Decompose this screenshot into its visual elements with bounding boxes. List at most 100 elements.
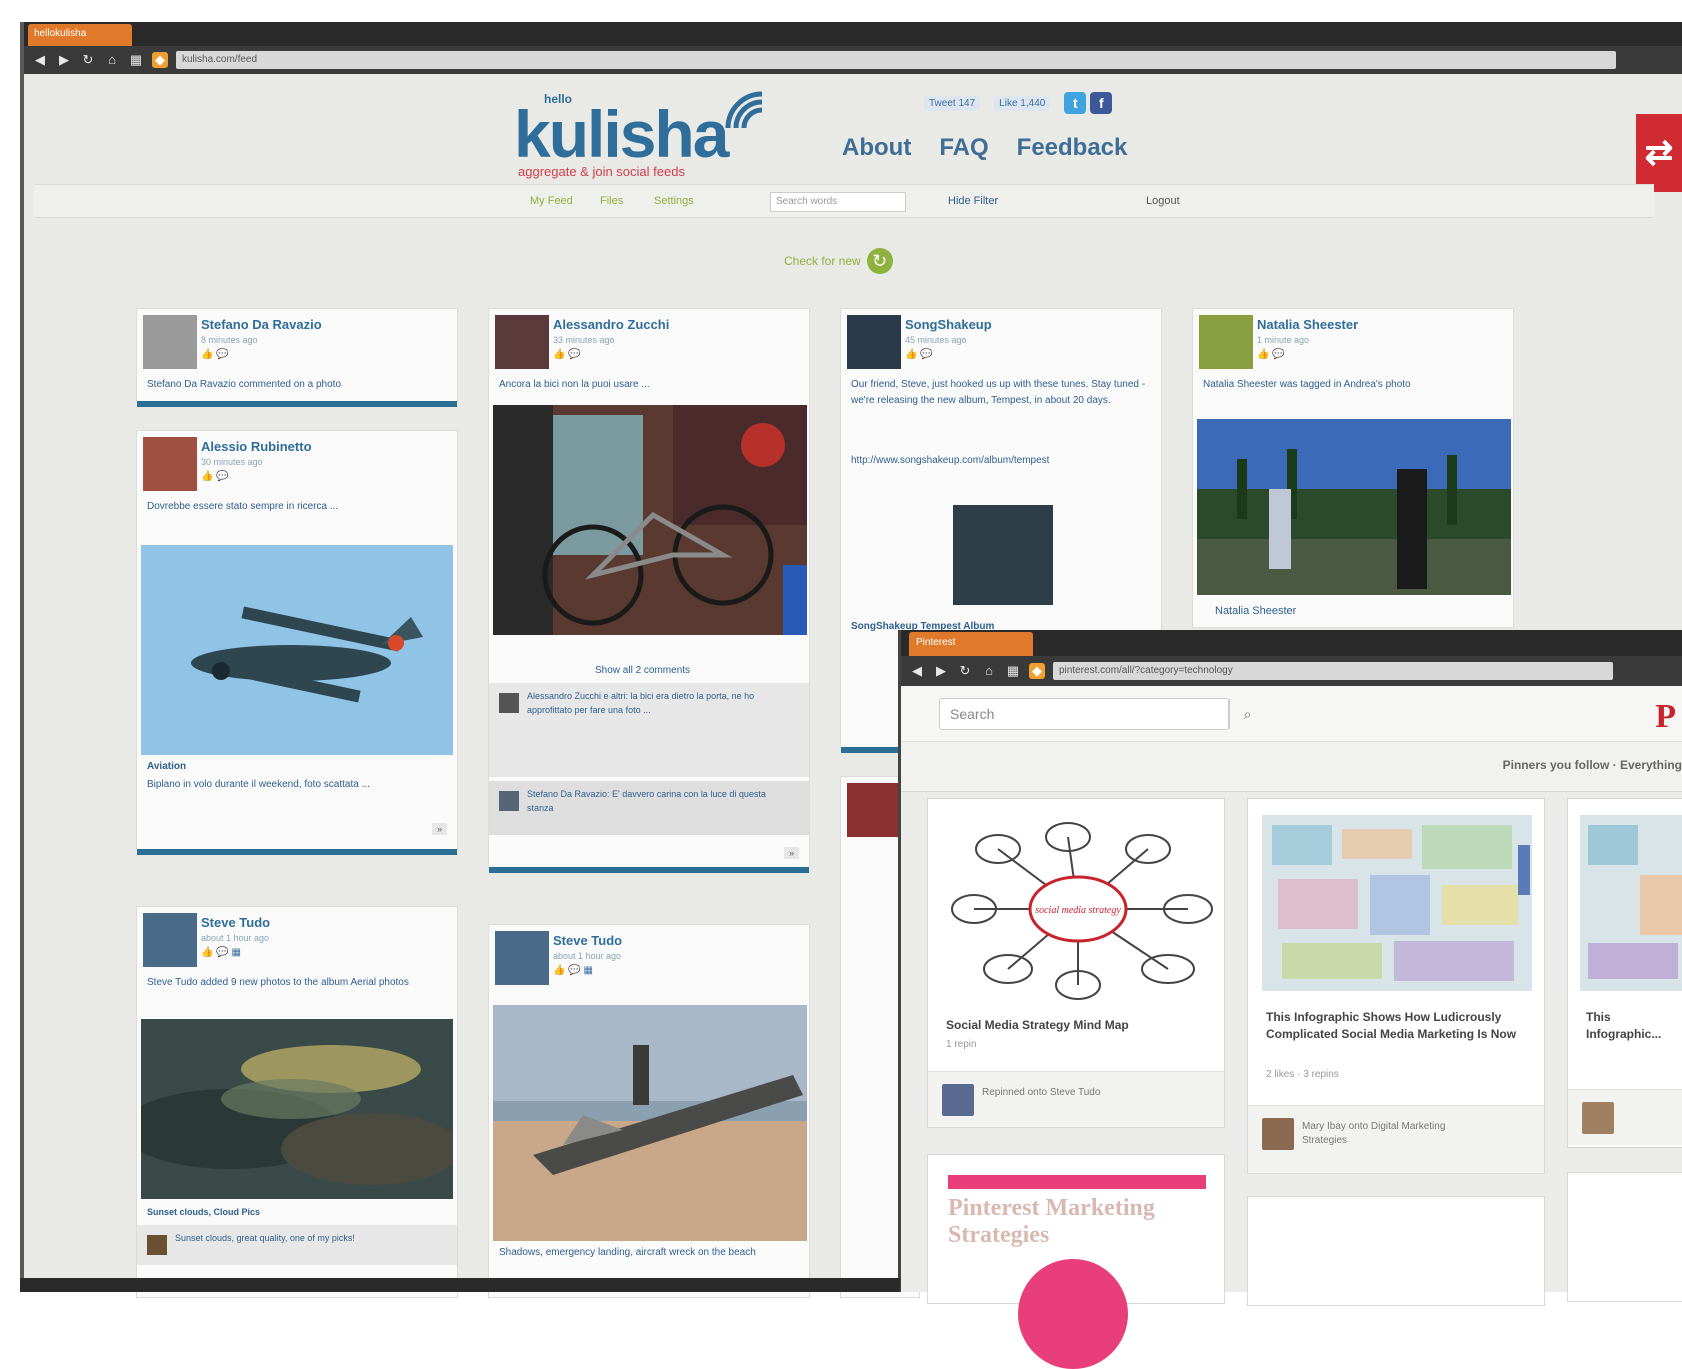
nav-my-feed[interactable]: My Feed bbox=[530, 195, 573, 207]
pin-attribution-text[interactable]: Repinned onto Steve Tudo bbox=[982, 1086, 1172, 1100]
photo-caption[interactable]: Aviation bbox=[147, 761, 186, 772]
more-button[interactable]: » bbox=[783, 847, 799, 859]
comment-avatar[interactable] bbox=[499, 693, 519, 713]
post-link[interactable]: http://www.songshakeup.com/album/tempest bbox=[851, 453, 1151, 469]
pin-title: Social Media Strategy Mind Map bbox=[946, 1018, 1129, 1032]
post-text: Stefano Da Ravazio commented on a photo bbox=[147, 379, 342, 390]
feed-card: Alessio Rubinetto 30 minutes ago 👍 💬 Dov… bbox=[136, 430, 458, 855]
show-all-comments[interactable]: Show all 2 comments bbox=[595, 665, 690, 676]
photo-caption[interactable]: Sunset clouds, Cloud Pics bbox=[147, 1207, 260, 1217]
pin-card[interactable] bbox=[1247, 1196, 1545, 1306]
like-comment-icons[interactable]: 👍 💬 bbox=[201, 349, 229, 360]
nav-settings[interactable]: Settings bbox=[654, 195, 694, 207]
hide-filter-link[interactable]: Hide Filter bbox=[948, 195, 998, 207]
search-input[interactable]: Search bbox=[939, 698, 1229, 730]
like-comment-icons[interactable]: 👍 💬 bbox=[1257, 349, 1285, 360]
nav-faq[interactable]: FAQ bbox=[939, 134, 988, 162]
tagged-user[interactable]: Natalia Sheester bbox=[1215, 605, 1296, 617]
check-new-button[interactable]: Check for new ↻ bbox=[784, 248, 893, 274]
search-input[interactable]: Search words bbox=[770, 192, 906, 212]
like-comment-icons[interactable]: 👍 💬 bbox=[201, 471, 229, 482]
bookmark-icon[interactable]: ▦ bbox=[1005, 663, 1021, 679]
url-bar[interactable]: pinterest.com/all/?category=technology bbox=[1053, 662, 1613, 680]
post-text: Ancora la bici non la puoi usare ... bbox=[499, 379, 650, 390]
twitter-icon[interactable]: t bbox=[1064, 92, 1087, 114]
nav-files[interactable]: Files bbox=[600, 195, 623, 207]
post-author[interactable]: Alessio Rubinetto bbox=[201, 439, 312, 454]
park-photo[interactable] bbox=[1197, 419, 1511, 595]
following-filter[interactable]: Pinners you follow · Everything bbox=[1503, 758, 1682, 772]
pinner-avatar[interactable] bbox=[1582, 1102, 1614, 1134]
post-author[interactable]: SongShakeup bbox=[905, 317, 992, 332]
photo-caption[interactable]: Shadows, emergency landing, aircraft wre… bbox=[499, 1245, 799, 1261]
airplane-photo[interactable] bbox=[141, 545, 453, 755]
like-button[interactable]: Like 1,440 bbox=[994, 95, 1051, 111]
avatar[interactable] bbox=[495, 931, 549, 985]
home-icon[interactable]: ⌂ bbox=[104, 52, 120, 68]
avatar[interactable] bbox=[143, 315, 197, 369]
pin-title: This Infographic Shows How Ludicrously C… bbox=[1266, 1010, 1517, 1041]
pinner-avatar[interactable] bbox=[1262, 1118, 1294, 1150]
home-icon[interactable]: ⌂ bbox=[981, 663, 997, 679]
plane-wreck-photo[interactable] bbox=[493, 1005, 807, 1241]
pin-attribution-text[interactable]: Mary Ibay onto Digital Marketing Strateg… bbox=[1302, 1120, 1492, 1148]
more-button[interactable]: » bbox=[431, 823, 447, 835]
tweet-button[interactable]: Tweet 147 bbox=[924, 95, 981, 111]
comment: Stefano Da Ravazio: E' davvero carina co… bbox=[489, 781, 809, 835]
post-author[interactable]: Stefano Da Ravazio bbox=[201, 317, 322, 332]
avatar[interactable] bbox=[143, 913, 197, 967]
back-icon[interactable]: ◀ bbox=[909, 663, 925, 679]
like-comment-icons[interactable]: 👍 💬 ▦ bbox=[201, 947, 241, 958]
avatar[interactable] bbox=[495, 315, 549, 369]
feed-icon[interactable]: ◆ bbox=[1029, 663, 1045, 679]
url-bar[interactable]: kulisha.com/feed bbox=[176, 51, 1616, 69]
post-text: Steve Tudo added 9 new photos to the alb… bbox=[147, 977, 409, 988]
back-icon[interactable]: ◀ bbox=[32, 52, 48, 68]
browser-tab[interactable]: Pinterest bbox=[909, 632, 1033, 656]
like-comment-icons[interactable]: 👍 💬 ▦ bbox=[553, 965, 593, 976]
album-thumbnail[interactable] bbox=[953, 505, 1053, 605]
bookmark-icon[interactable]: ▦ bbox=[128, 52, 144, 68]
pin-card[interactable]: This Infographic Shows How Ludicrously C… bbox=[1247, 798, 1545, 1174]
avatar[interactable] bbox=[847, 783, 901, 837]
pin-card[interactable] bbox=[1567, 1172, 1682, 1302]
like-comment-icons[interactable]: 👍 💬 bbox=[905, 349, 933, 360]
feed-icon[interactable]: ◆ bbox=[152, 52, 168, 68]
pinterest-logo[interactable]: P bbox=[1655, 698, 1676, 736]
avatar[interactable] bbox=[847, 315, 901, 369]
pin-card[interactable]: social media strategy Social Media Strat… bbox=[927, 798, 1225, 1128]
comment-avatar[interactable] bbox=[499, 791, 519, 811]
post-author[interactable]: Steve Tudo bbox=[553, 933, 622, 948]
browser-toolbar: ◀ ▶ ↻ ⌂ ▦ ◆ pinterest.com/all/?category=… bbox=[901, 656, 1682, 686]
like-comment-icons[interactable]: 👍 💬 bbox=[553, 349, 581, 360]
pin-attribution: Mary Ibay onto Digital Marketing Strateg… bbox=[1248, 1105, 1544, 1173]
site-logo[interactable]: hello kulisha aggregate & join social fe… bbox=[514, 84, 774, 179]
plugin-button[interactable]: ⇄ bbox=[1636, 114, 1682, 192]
browser-tab[interactable]: hellokulisha bbox=[28, 24, 132, 46]
nav-feedback[interactable]: Feedback bbox=[1017, 134, 1128, 162]
sub-nav: My Feed Files Settings Search words Hide… bbox=[34, 184, 1654, 218]
avatar[interactable] bbox=[143, 437, 197, 491]
logout-link[interactable]: Logout bbox=[1146, 195, 1180, 207]
pin-card[interactable]: This Infographic... bbox=[1567, 798, 1682, 1148]
comment: Sunset clouds, great quality, one of my … bbox=[137, 1225, 457, 1265]
post-author[interactable]: Natalia Sheester bbox=[1257, 317, 1358, 332]
post-author[interactable]: Alessandro Zucchi bbox=[553, 317, 669, 332]
pinner-avatar[interactable] bbox=[942, 1084, 974, 1116]
forward-icon[interactable]: ▶ bbox=[56, 52, 72, 68]
post-author[interactable]: Steve Tudo bbox=[201, 915, 270, 930]
avatar[interactable] bbox=[1199, 315, 1253, 369]
pinterest-header: Search ⌕ P bbox=[901, 686, 1682, 742]
reload-icon[interactable]: ↻ bbox=[80, 52, 96, 68]
sunset-clouds-photo[interactable] bbox=[141, 1019, 453, 1199]
forward-icon[interactable]: ▶ bbox=[933, 663, 949, 679]
nav-about[interactable]: About bbox=[842, 134, 911, 162]
facebook-icon[interactable]: f bbox=[1090, 92, 1113, 114]
search-icon[interactable]: ⌕ bbox=[1229, 699, 1265, 729]
reload-icon[interactable]: ↻ bbox=[957, 663, 973, 679]
bicycle-photo[interactable] bbox=[493, 405, 807, 635]
pin-card[interactable]: Pinterest Marketing Strategies bbox=[927, 1154, 1225, 1369]
comment-avatar[interactable] bbox=[147, 1235, 167, 1255]
post-time: about 1 hour ago bbox=[201, 933, 270, 943]
pin-meta: 2 likes · 3 repins bbox=[1266, 1069, 1339, 1080]
